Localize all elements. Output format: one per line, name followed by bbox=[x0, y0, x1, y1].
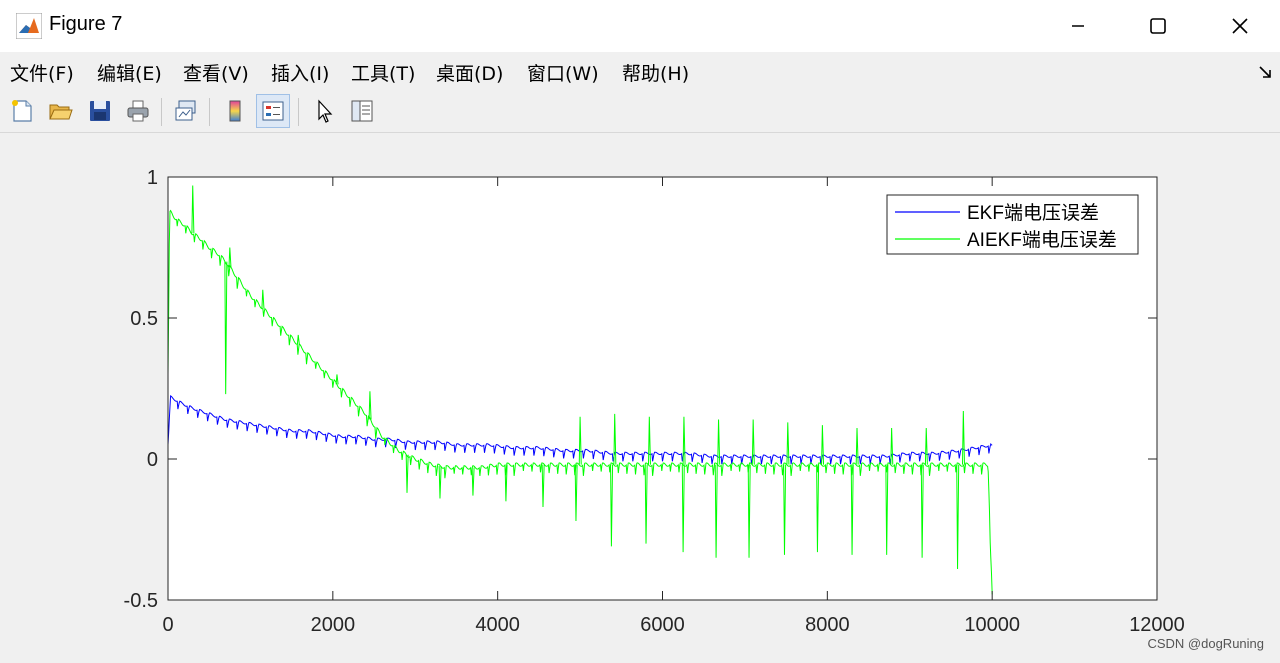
legend: EKF端电压误差 AIEKF端电压误差 bbox=[886, 194, 1139, 255]
y-tick-label: 0 bbox=[147, 449, 158, 471]
dock-arrow-icon[interactable] bbox=[1258, 64, 1272, 83]
figure-area: 0 2000 4000 6000 8000 10000 12000 -0.5 0 0.5 1 EKF… bbox=[0, 132, 1280, 659]
watermark: CSDN @dogRuning bbox=[1147, 636, 1264, 651]
menu-window[interactable]: 窗口(W) bbox=[527, 59, 599, 86]
line-chart: 0 2000 4000 6000 8000 10000 12000-0.500.51 EKF… bbox=[124, 167, 1185, 636]
toolbar-separator bbox=[209, 98, 210, 126]
menu-file[interactable]: 文件(F) bbox=[10, 59, 74, 86]
open-button[interactable] bbox=[43, 94, 77, 128]
edit-plot-button[interactable] bbox=[307, 94, 341, 128]
toolbar-separator bbox=[298, 98, 299, 126]
open-icon bbox=[49, 104, 73, 120]
save-button[interactable] bbox=[83, 94, 117, 128]
window-title: Figure 7 bbox=[49, 13, 123, 35]
y-tick-label: -0.5 bbox=[124, 590, 158, 612]
colorbar-button[interactable] bbox=[218, 94, 252, 128]
menu-edit[interactable]: 编辑(E) bbox=[97, 59, 162, 86]
property-inspector-icon bbox=[351, 100, 373, 122]
maximize-icon bbox=[1150, 18, 1166, 34]
minimize-button[interactable] bbox=[1048, 0, 1108, 52]
x-tick-label: 10000 bbox=[964, 614, 1020, 636]
x-tick-label: 4000 bbox=[475, 614, 520, 636]
menu-bar: 文件(F) 编辑(E) 查看(V) 插入(I) 工具(T) 桌面(D) 窗口(W… bbox=[0, 52, 1280, 92]
menu-view[interactable]: 查看(V) bbox=[183, 59, 249, 86]
link-plot-button[interactable] bbox=[169, 94, 203, 128]
legend-label-aiekf: AIEKF端电压误差 bbox=[967, 229, 1117, 251]
menu-desktop[interactable]: 桌面(D) bbox=[436, 59, 503, 86]
print-icon bbox=[127, 100, 149, 122]
menu-insert[interactable]: 插入(I) bbox=[271, 59, 329, 86]
link-plot-icon bbox=[175, 100, 196, 121]
legend-label-ekf: EKF端电压误差 bbox=[967, 202, 1099, 224]
maximize-button[interactable] bbox=[1128, 0, 1188, 52]
matlab-icon bbox=[15, 12, 43, 40]
menu-tools[interactable]: 工具(T) bbox=[351, 59, 415, 86]
property-inspector-button[interactable] bbox=[345, 94, 379, 128]
minimize-icon bbox=[1072, 25, 1084, 27]
toolbar-separator bbox=[161, 98, 162, 126]
y-tick-label: 0.5 bbox=[130, 308, 158, 330]
menu-help[interactable]: 帮助(H) bbox=[622, 59, 689, 86]
title-bar: Figure 7 bbox=[0, 0, 1280, 52]
x-tick-label: 8000 bbox=[805, 614, 850, 636]
legend-button[interactable] bbox=[256, 94, 290, 128]
edit-plot-icon bbox=[318, 99, 333, 123]
new-figure-icon bbox=[12, 100, 32, 122]
close-icon bbox=[1232, 18, 1248, 34]
print-button[interactable] bbox=[121, 94, 155, 128]
close-button[interactable] bbox=[1210, 0, 1270, 52]
new-figure-button[interactable] bbox=[5, 94, 39, 128]
x-tick-label: 12000 bbox=[1129, 614, 1185, 636]
legend-icon bbox=[262, 101, 284, 121]
x-tick-label: 6000 bbox=[640, 614, 685, 636]
toolbar bbox=[0, 92, 1280, 132]
save-icon bbox=[90, 101, 110, 121]
x-tick-label: 0 bbox=[162, 614, 173, 636]
y-tick-label: 1 bbox=[147, 167, 158, 189]
colorbar-icon bbox=[229, 100, 241, 122]
x-tick-label: 2000 bbox=[311, 614, 356, 636]
